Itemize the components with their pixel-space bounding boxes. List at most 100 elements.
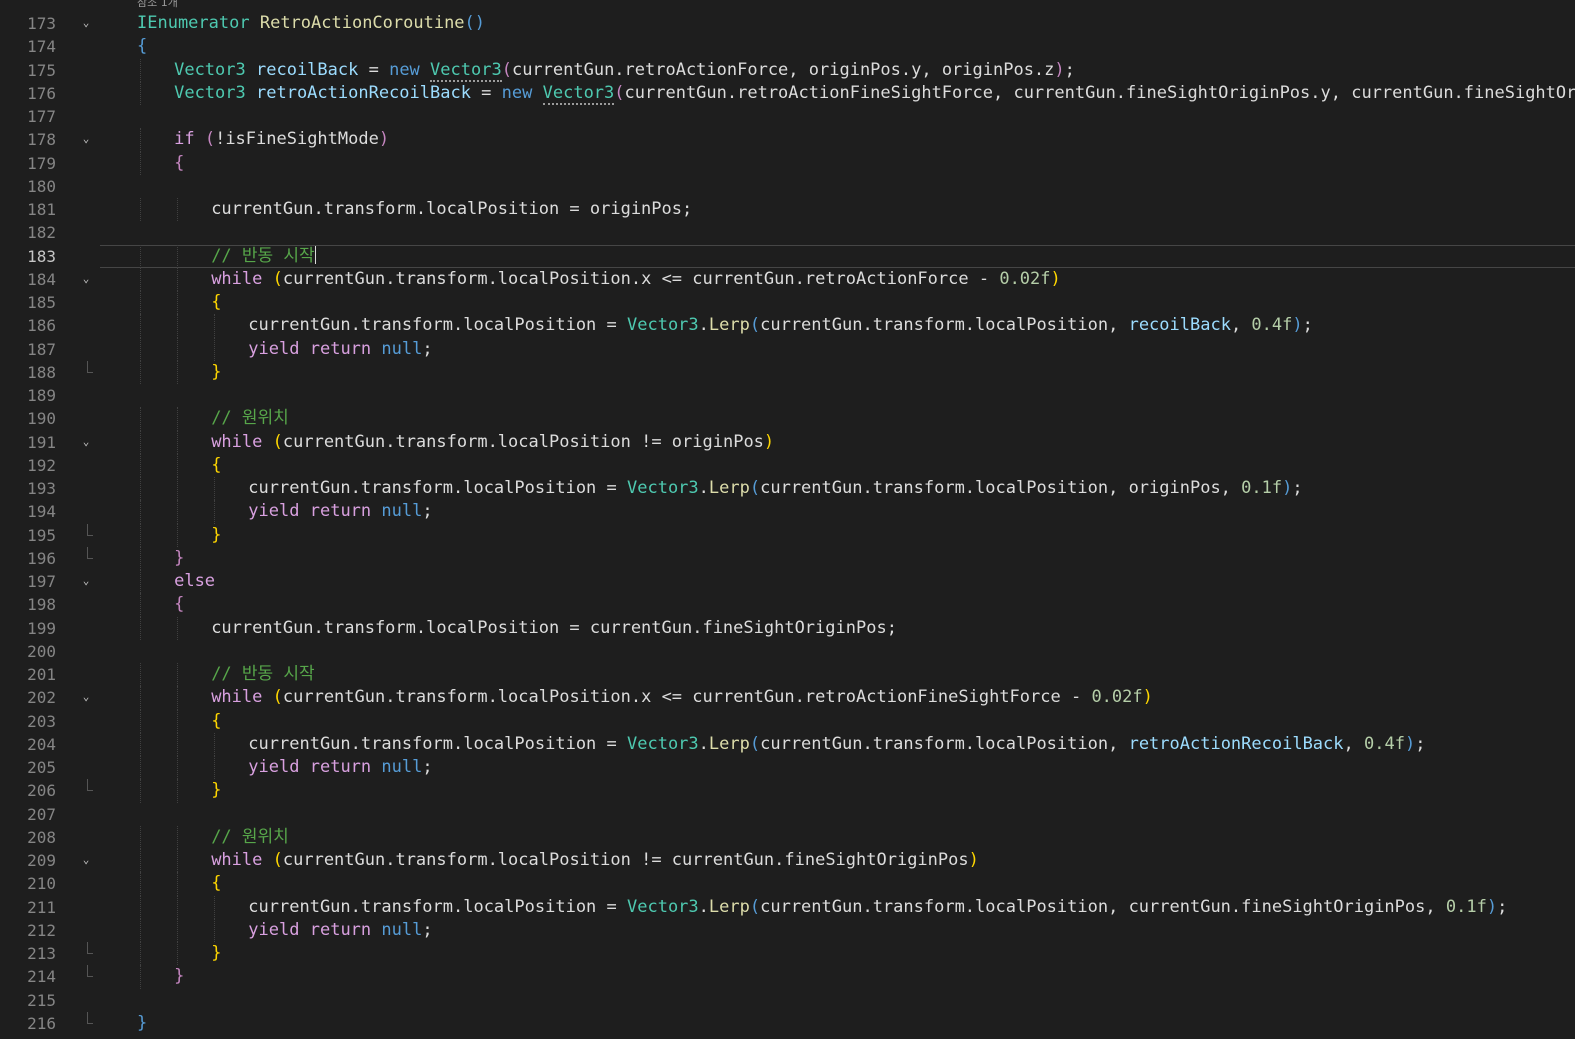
code-line[interactable]: 194 yield return null; — [0, 500, 1575, 524]
code-line[interactable]: 189 — [0, 384, 1575, 407]
chevron-down-icon[interactable]: ⌄ — [79, 433, 93, 451]
code-line[interactable]: 192 { — [0, 453, 1575, 477]
code-line[interactable]: 181 currentGun.transform.localPosition = … — [0, 198, 1575, 222]
code-line[interactable]: 196} — [0, 546, 1575, 570]
code-line[interactable]: 183 // 반동 시작 — [0, 244, 1575, 268]
code-line[interactable]: 176 Vector3 retroActionRecoilBack = new V… — [0, 81, 1575, 105]
code-text[interactable]: } — [211, 779, 221, 802]
indent-guide — [140, 407, 141, 431]
code-text[interactable]: currentGun.transform.localPosition = cur… — [211, 617, 897, 640]
code-text[interactable]: // 반동 시작 — [211, 663, 315, 686]
code-text[interactable]: } — [211, 361, 221, 384]
code-text[interactable]: { — [174, 152, 184, 175]
code-text[interactable]: // 원위치 — [211, 407, 289, 430]
code-line[interactable]: 195} — [0, 523, 1575, 547]
code-text[interactable]: currentGun.transform.localPosition = Vec… — [248, 314, 1313, 337]
code-line[interactable]: 214} — [0, 965, 1575, 989]
code-text[interactable]: IEnumerator RetroActionCoroutine() — [137, 12, 485, 35]
code-line[interactable]: 206} — [0, 779, 1575, 803]
code-text[interactable]: { — [211, 710, 221, 733]
code-line[interactable]: 200 — [0, 640, 1575, 663]
indent-guide — [177, 500, 179, 524]
code-line[interactable]: 199 currentGun.transform.localPosition = … — [0, 616, 1575, 640]
code-text[interactable]: } — [211, 524, 221, 547]
code-line[interactable]: 215 — [0, 989, 1575, 1012]
code-line[interactable]: 179 { — [0, 151, 1575, 175]
code-line[interactable]: 191 ⌄ while (currentGun.transform.localPos… — [0, 430, 1575, 454]
chevron-down-icon[interactable]: ⌄ — [79, 851, 93, 869]
indent-guide — [140, 756, 141, 780]
code-line[interactable]: 174 { — [0, 35, 1575, 58]
code-text[interactable]: { — [211, 454, 221, 477]
code-text[interactable]: { — [211, 291, 221, 314]
code-text[interactable]: } — [174, 965, 184, 988]
code-text[interactable]: yield return null; — [248, 756, 432, 779]
code-text[interactable]: // 반동 시작 — [211, 245, 316, 268]
code-text[interactable]: } — [174, 547, 184, 570]
code-text[interactable]: yield return null; — [248, 500, 432, 523]
code-text[interactable]: else — [174, 570, 215, 593]
token-ctl: return — [309, 338, 372, 359]
code-line[interactable]: 187 yield return null; — [0, 337, 1575, 361]
code-line[interactable]: 180 — [0, 175, 1575, 198]
code-line[interactable]: 188} — [0, 360, 1575, 384]
code-line[interactable]: 209 ⌄ while (currentGun.transform.localPos… — [0, 849, 1575, 873]
code-text[interactable]: currentGun.transform.localPosition = Vec… — [248, 477, 1302, 500]
code-text[interactable]: yield return null; — [248, 338, 432, 361]
code-line[interactable]: 202 ⌄ while (currentGun.transform.localPos… — [0, 686, 1575, 710]
chevron-down-icon[interactable]: ⌄ — [79, 688, 93, 706]
code-line[interactable]: 208 // 원위치 — [0, 825, 1575, 849]
code-line[interactable]: 213} — [0, 942, 1575, 966]
code-line[interactable]: 216} — [0, 1011, 1575, 1035]
code-line[interactable]: 211 currentGun.transform.localPosition = … — [0, 895, 1575, 919]
code-line[interactable]: 182 — [0, 221, 1575, 244]
code-text[interactable]: } — [211, 942, 221, 965]
chevron-down-icon[interactable]: ⌄ — [79, 270, 93, 288]
code-text[interactable]: { — [137, 35, 147, 58]
code-text[interactable]: { — [174, 593, 184, 616]
code-line[interactable]: 205 yield return null; — [0, 756, 1575, 780]
indent-guide — [177, 872, 179, 896]
line-number: 202 — [27, 688, 56, 708]
token-p1: { — [137, 36, 148, 57]
code-text[interactable]: // 원위치 — [211, 826, 289, 849]
chevron-down-icon[interactable]: ⌄ — [79, 14, 93, 32]
code-line[interactable]: 204 currentGun.transform.localPosition = … — [0, 732, 1575, 756]
code-line[interactable]: 212 yield return null; — [0, 918, 1575, 942]
code-text[interactable]: while (currentGun.transform.localPositio… — [211, 849, 979, 872]
code-text[interactable]: while (currentGun.transform.localPositio… — [211, 686, 1153, 709]
code-text[interactable]: Vector3 recoilBack = new Vector3(current… — [174, 59, 1075, 82]
code-text[interactable]: currentGun.transform.localPosition = ori… — [211, 198, 692, 221]
code-text[interactable]: currentGun.transform.localPosition = Vec… — [248, 896, 1507, 919]
code-line[interactable]: 186 currentGun.transform.localPosition = … — [0, 314, 1575, 338]
code-line[interactable]: 185 { — [0, 291, 1575, 315]
code-line[interactable]: 210 { — [0, 872, 1575, 896]
code-line[interactable]: 193 currentGun.transform.localPosition = … — [0, 477, 1575, 501]
indent-guide — [177, 430, 179, 454]
code-line[interactable]: 198 { — [0, 593, 1575, 617]
code-line[interactable]: 175 Vector3 recoilBack = new Vector3(curr… — [0, 58, 1575, 82]
codelens-references[interactable]: 참조 1개 — [137, 0, 178, 10]
code-text[interactable]: Vector3 retroActionRecoilBack = new Vect… — [174, 82, 1575, 105]
code-line[interactable]: 178 ⌄ if (!isFineSightMode) — [0, 128, 1575, 152]
code-line[interactable]: 207 — [0, 803, 1575, 826]
code-text[interactable]: yield return null; — [248, 919, 432, 942]
code-line[interactable]: 197 ⌄ else — [0, 570, 1575, 594]
code-text[interactable]: } — [137, 1012, 147, 1035]
token-p3: ( — [272, 687, 283, 708]
code-line[interactable]: 201 // 반동 시작 — [0, 663, 1575, 687]
code-editor[interactable]: 참조 1개 173 ⌄ IEnumerator RetroActionCorouti… — [0, 0, 1575, 1039]
code-line[interactable]: 190 // 원위치 — [0, 407, 1575, 431]
chevron-down-icon[interactable]: ⌄ — [79, 130, 93, 148]
code-text[interactable]: if (!isFineSightMode) — [174, 128, 389, 151]
code-text[interactable]: { — [211, 872, 221, 895]
code-text[interactable]: currentGun.transform.localPosition = Vec… — [248, 733, 1425, 756]
code-line[interactable]: 184 ⌄ while (currentGun.transform.localPos… — [0, 267, 1575, 291]
code-line[interactable]: 173 ⌄ IEnumerator RetroActionCoroutine() — [0, 12, 1575, 35]
code-line[interactable]: 177 — [0, 105, 1575, 128]
code-text[interactable]: while (currentGun.transform.localPositio… — [211, 431, 774, 454]
code-line[interactable]: 203 { — [0, 709, 1575, 733]
chevron-down-icon[interactable]: ⌄ — [79, 572, 93, 590]
code-text[interactable]: while (currentGun.transform.localPositio… — [211, 268, 1061, 291]
